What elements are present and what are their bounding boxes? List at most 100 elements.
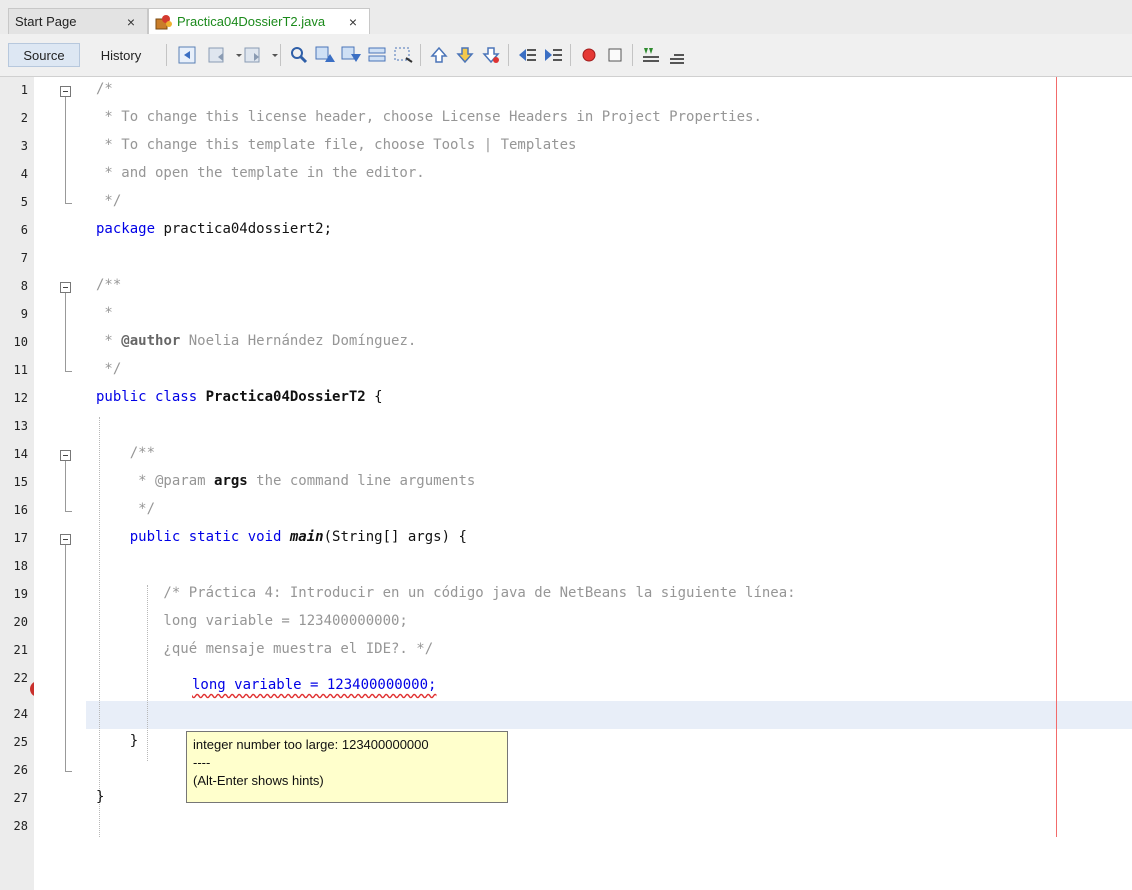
line-number: 22 [13,671,28,685]
code-line: public static void main(String[] args) { [96,529,467,545]
toolbar-separator [570,44,571,66]
fold-guide [65,461,66,511]
tab-java-file[interactable]: Practica04DossierT2.java × [148,8,370,34]
line-number: 25 [13,735,28,749]
toolbar-separator [420,44,421,66]
line-number: 4 [20,167,28,181]
uncomment-icon[interactable] [666,44,688,66]
toggle-rectangular-icon[interactable] [392,44,414,66]
shift-up-icon[interactable] [428,44,450,66]
code-line: */ [96,501,156,517]
back-icon[interactable] [206,44,228,66]
line-number: 12 [13,391,28,405]
line-number: 7 [20,251,28,265]
fold-toggle-icon[interactable] [60,282,71,293]
code-text: (String[] args) { [323,529,467,545]
tab-label: Start Page [15,14,77,29]
line-number: 8 [20,279,28,293]
error-tooltip: integer number too large: 123400000000 -… [186,731,508,803]
java-file-icon [155,13,173,31]
code-text: practica04dossiert2; [155,221,333,237]
line-number: 9 [20,307,28,321]
line-number: 24 [13,707,28,721]
shift-down-icon[interactable] [454,44,476,66]
find-next-icon[interactable] [340,44,362,66]
fold-guide-end [65,371,72,372]
line-number: 3 [20,139,28,153]
toggle-bookmark-icon[interactable] [480,44,502,66]
code-editor[interactable]: 1 2 3 4 5 6 7 8 9 10 11 12 13 14 15 16 1… [0,77,1132,890]
param-name: args [214,473,248,489]
line-number: 2 [20,111,28,125]
source-button[interactable]: Source [8,43,80,67]
line-number-gutter: 1 2 3 4 5 6 7 8 9 10 11 12 13 14 15 16 1… [0,77,46,890]
close-icon[interactable]: × [127,14,135,30]
code-line: package practica04dossiert2; [96,221,332,237]
line-number: 18 [13,559,28,573]
code-line: * To change this template file, choose T… [96,137,577,153]
chevron-down-icon[interactable] [228,44,242,66]
forward-icon[interactable] [242,44,264,66]
error-code[interactable]: long variable = 123400000000; [192,677,436,693]
keyword: public class [96,389,198,405]
find-icon[interactable] [288,44,310,66]
line-number: 20 [13,615,28,629]
code-line: long variable = 123400000000; [96,613,408,629]
stop-macro-icon[interactable] [604,44,626,66]
code-line: * @author Noelia Hernández Domínguez. [96,333,416,349]
line-number: 15 [13,475,28,489]
toggle-highlight-icon[interactable] [366,44,388,66]
code-line: * and open the template in the editor. [96,165,425,181]
fold-guide-end [65,203,72,204]
fold-guide [65,293,66,371]
class-name: Practica04DossierT2 [205,389,366,405]
code-line: public class Practica04DossierT2 { [96,389,383,405]
keyword: public static void [96,529,290,545]
code-line: * [96,305,113,321]
line-number: 5 [20,195,28,209]
code-text: the command line arguments [247,473,476,489]
fold-toggle-icon[interactable] [60,86,71,97]
code-line: */ [96,361,122,377]
history-button[interactable]: History [86,43,156,67]
fold-guide-end [65,771,72,772]
code-line: } [96,789,105,805]
fold-guide [65,97,66,203]
shift-left-icon[interactable] [516,44,538,66]
code-line: ¿qué mensaje muestra el IDE?. */ [96,641,434,657]
fold-column [34,77,86,890]
line-number: 26 [13,763,28,777]
line-number: 11 [13,363,28,377]
tab-start-page[interactable]: Start Page × [8,8,148,34]
fold-toggle-icon[interactable] [60,534,71,545]
tab-label: Practica04DossierT2.java [177,14,326,29]
line-number: 19 [13,587,28,601]
find-previous-icon[interactable] [314,44,336,66]
start-macro-icon[interactable] [578,44,600,66]
javadoc-tag: @author [121,333,181,349]
code-line: * To change this license header, choose … [96,109,762,125]
code-line: /* Práctica 4: Introducir en un código j… [96,585,796,601]
shift-right-icon[interactable] [542,44,564,66]
tooltip-message: integer number too large: 123400000000 [193,737,429,752]
right-margin-guide [1056,77,1057,837]
last-edit-icon[interactable] [176,44,198,66]
code-line: */ [96,193,122,209]
code-line: /** [96,445,156,461]
code-line: } [96,733,139,749]
code-text: * [96,333,122,349]
close-icon[interactable]: × [349,14,357,30]
tooltip-hint: (Alt-Enter shows hints) [193,773,324,788]
code-text: long variable = 123400000000; [192,677,437,693]
line-number: 13 [13,419,28,433]
comment-icon[interactable] [640,44,662,66]
code-text: Noelia Hernández Domínguez. [180,333,417,349]
line-number: 27 [13,791,28,805]
toolbar-separator [508,44,509,66]
chevron-down-icon[interactable] [264,44,278,66]
tooltip-separator: ---- [193,755,211,770]
line-number: 6 [20,223,28,237]
line-number: 21 [13,643,28,657]
fold-toggle-icon[interactable] [60,450,71,461]
fold-guide-end [65,511,72,512]
